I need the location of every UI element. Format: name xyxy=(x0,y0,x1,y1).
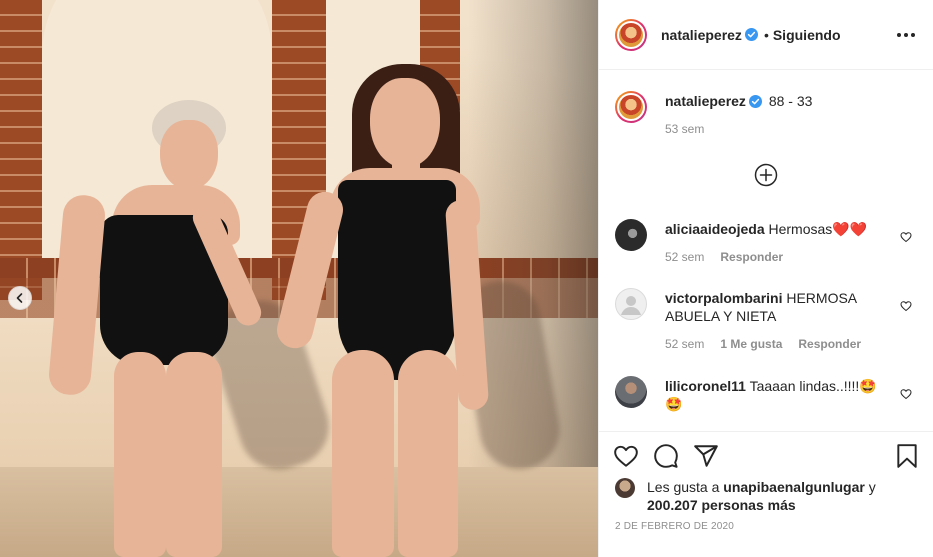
caption-timestamp[interactable]: 53 sem xyxy=(665,122,704,136)
comment-username[interactable]: aliciaaideojeda xyxy=(665,221,765,237)
comment-timestamp[interactable]: 52 sem xyxy=(665,337,704,351)
comment-button[interactable] xyxy=(653,443,679,469)
post-photo xyxy=(0,0,598,557)
caption-text: natalieperez 88 - 33 xyxy=(665,91,915,110)
comment-like-button[interactable] xyxy=(900,388,912,400)
post-actions: Les gusta a unapibaenalgunlugar y 200.20… xyxy=(599,431,933,557)
comment-username[interactable]: lilicoronel11 xyxy=(665,378,746,394)
share-icon xyxy=(694,445,718,467)
comment-text: victorpalombarini HERMOSA ABUELA Y NIETA xyxy=(665,288,920,325)
comment-meta: 52 sem Responder xyxy=(665,250,920,264)
post-date[interactable]: 2 DE FEBRERO DE 2020 xyxy=(615,521,734,532)
reply-button[interactable]: Responder xyxy=(720,250,783,264)
author-info: natalieperez • Siguiendo xyxy=(661,27,841,43)
share-button[interactable] xyxy=(693,443,719,469)
comment-timestamp[interactable]: 52 sem xyxy=(665,250,704,264)
heart-icon xyxy=(614,445,638,467)
following-button[interactable]: Siguiendo xyxy=(773,27,841,43)
author-username[interactable]: natalieperez xyxy=(661,27,742,43)
caption-body: 88 - 33 xyxy=(768,93,813,109)
post-header: natalieperez • Siguiendo xyxy=(599,0,933,70)
caption-meta: 53 sem xyxy=(665,122,915,136)
heart-icon xyxy=(900,301,912,312)
comment-like-count[interactable]: 1 Me gusta xyxy=(720,337,782,351)
caption-avatar[interactable] xyxy=(615,91,647,123)
liker-avatar[interactable] xyxy=(615,478,635,498)
save-button[interactable] xyxy=(894,443,920,469)
comment-icon xyxy=(654,444,678,468)
comment-like-button[interactable] xyxy=(900,300,912,312)
more-options-icon[interactable] xyxy=(893,29,919,41)
caption-username[interactable]: natalieperez xyxy=(665,93,746,109)
separator-dot: • xyxy=(763,26,769,43)
default-avatar-icon xyxy=(621,296,641,315)
author-avatar-image xyxy=(617,20,645,49)
likes-count[interactable]: 200.207 personas más xyxy=(647,497,796,513)
load-more-comments-button[interactable] xyxy=(754,163,778,187)
author-avatar[interactable] xyxy=(615,18,647,51)
comment-item: victorpalombarini HERMOSA ABUELA Y NIETA… xyxy=(615,288,920,351)
likes-summary: Les gusta a unapibaenalgunlugar y 200.20… xyxy=(615,478,915,514)
comment-username[interactable]: victorpalombarini xyxy=(665,290,782,306)
verified-badge-icon xyxy=(744,28,758,41)
comment-text: aliciaaideojeda Hermosas❤️❤️ xyxy=(665,219,920,238)
granddaughter-figure xyxy=(0,0,598,557)
chevron-left-icon xyxy=(16,293,23,303)
commenter-avatar[interactable] xyxy=(615,288,647,320)
likes-joiner: y xyxy=(868,479,876,495)
action-icons xyxy=(613,443,920,471)
plus-circle-icon xyxy=(754,163,778,187)
heart-icon xyxy=(900,389,912,400)
comments-list: natalieperez 88 - 33 53 sem aliciaaideoj… xyxy=(599,71,933,431)
verified-badge-icon xyxy=(748,95,762,108)
reply-button[interactable]: Responder xyxy=(798,337,861,351)
heart-icon xyxy=(900,232,912,243)
comment-like-button[interactable] xyxy=(900,231,912,243)
post-sidebar: natalieperez • Siguiendo natalieperez 88… xyxy=(598,0,933,557)
liker-username[interactable]: unapibaenalgunlugar xyxy=(723,479,865,495)
post-caption: natalieperez 88 - 33 53 sem xyxy=(615,91,915,136)
comment-body: Hermosas❤️❤️ xyxy=(768,221,868,237)
commenter-avatar[interactable] xyxy=(615,219,647,251)
comment-text: lilicoronel11 Taaaan lindas..!!!!🤩🤩 xyxy=(665,376,920,413)
comment-meta: 52 sem 1 Me gusta Responder xyxy=(665,337,920,351)
like-button[interactable] xyxy=(613,443,639,469)
commenter-avatar[interactable] xyxy=(615,376,647,408)
carousel-prev-button[interactable] xyxy=(8,286,32,310)
comment-item: aliciaaideojeda Hermosas❤️❤️ 52 sem Resp… xyxy=(615,219,920,264)
likes-prefix: Les gusta a xyxy=(647,479,720,495)
bookmark-icon xyxy=(897,444,917,468)
comment-item: lilicoronel11 Taaaan lindas..!!!!🤩🤩 xyxy=(615,376,920,413)
